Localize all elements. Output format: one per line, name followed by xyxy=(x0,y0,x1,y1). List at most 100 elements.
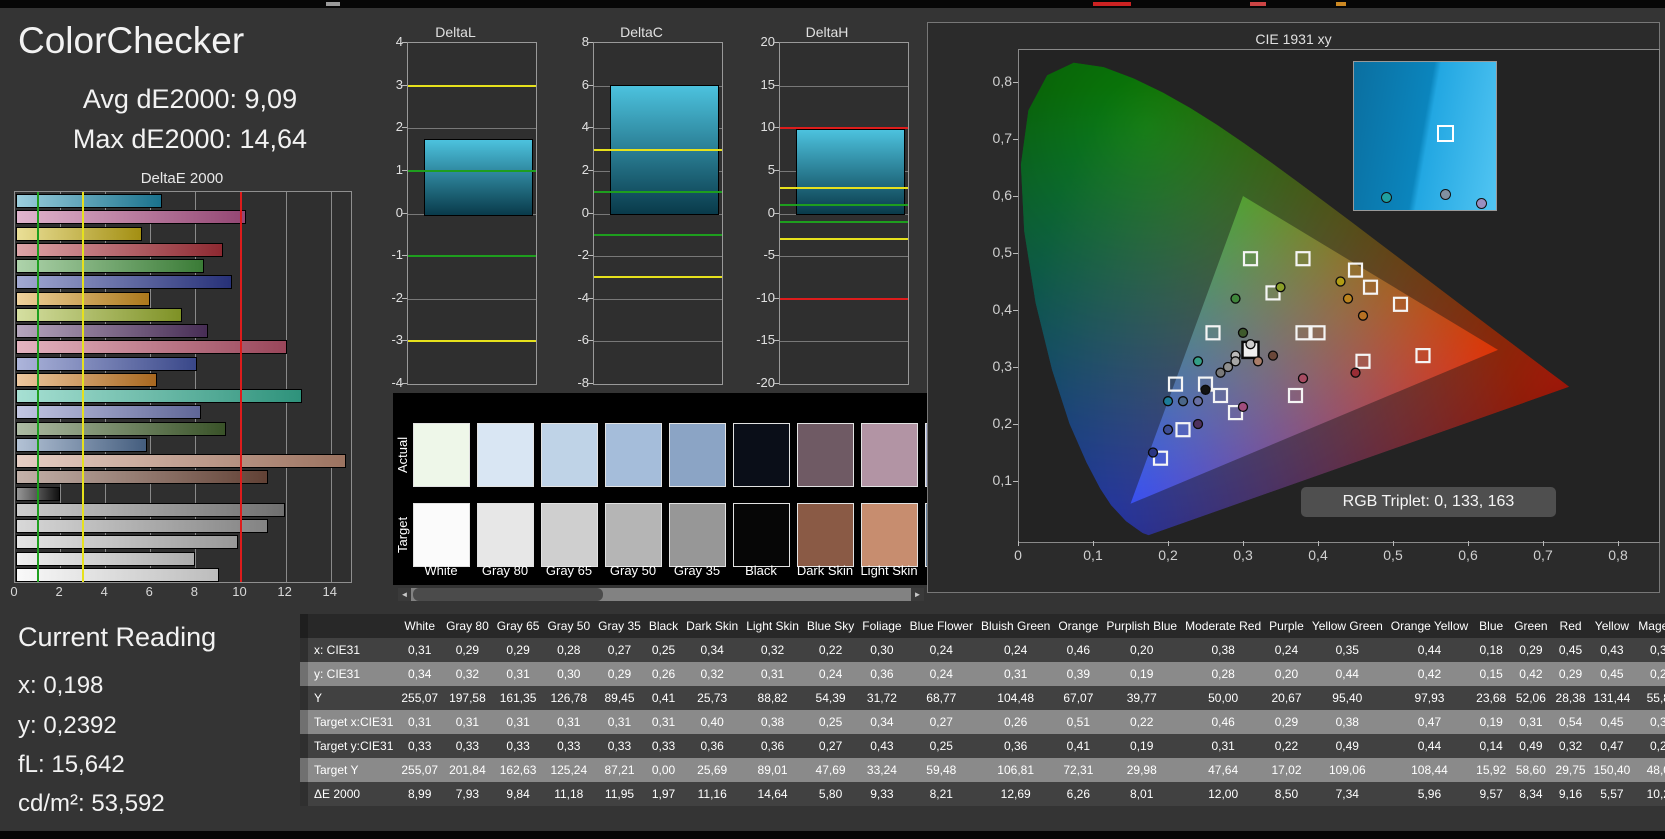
table-cell: 0,00 xyxy=(651,763,676,777)
cie-measured-marker xyxy=(1267,350,1279,361)
deltae-bar xyxy=(16,502,286,517)
table-cell: 0,38 xyxy=(760,715,785,729)
axis-tick xyxy=(1243,541,1244,546)
row-gutter xyxy=(300,734,308,758)
table-cell: 8,34 xyxy=(1519,787,1543,801)
table-cell: 17,02 xyxy=(1271,763,1302,777)
deltae-bar xyxy=(16,356,197,371)
column-header: Black xyxy=(648,619,679,633)
cie-measured-marker xyxy=(1237,327,1249,338)
cie-measured-marker xyxy=(1215,367,1226,378)
axis-tick-label: -15 xyxy=(756,332,775,348)
gridline xyxy=(594,298,722,300)
row-gutter xyxy=(300,758,308,782)
axis-tick xyxy=(1013,139,1018,140)
table-cell: 9,33 xyxy=(870,787,894,801)
table-cell: 29,75 xyxy=(1555,763,1586,777)
table-cell: 161,35 xyxy=(499,691,537,705)
swatch-label: Gray 80 xyxy=(481,563,529,578)
axis-tick-label: -20 xyxy=(756,375,775,390)
table-cell: 95,40 xyxy=(1332,691,1363,705)
table-cell: 0,29 xyxy=(607,667,632,681)
axis-tick xyxy=(1018,541,1019,546)
axis-tick-label: 8 xyxy=(190,584,198,599)
cie-measured-marker xyxy=(1297,373,1309,384)
actual-row-label: Actual xyxy=(395,436,410,474)
table-cell: 0,26 xyxy=(651,667,676,681)
reference-line xyxy=(594,233,722,236)
table-cell: 0,19 xyxy=(1130,667,1154,681)
axis-tick-label: 0,8 xyxy=(1608,547,1628,563)
table-cell: 0,28 xyxy=(557,643,581,657)
axis-tick-label: 0 xyxy=(1014,547,1022,563)
row-label: Target Y xyxy=(314,763,359,777)
table-cell: 255,07 xyxy=(401,691,439,705)
table-cell: 0,31 xyxy=(506,715,530,729)
table-cell: 0,29 xyxy=(1519,643,1543,657)
axis-tick-label: 0,7 xyxy=(992,130,1012,146)
table-cell: 0,33 xyxy=(506,739,530,753)
axis-tick-label: 0,2 xyxy=(992,415,1012,431)
swatch-label: Gray 50 xyxy=(609,563,657,578)
table-cell: 126,78 xyxy=(550,691,588,705)
deltac-chart: DeltaC 8 6 4 2 0 -2 -4 -6 -8 xyxy=(559,0,724,400)
table-cell: 8,01 xyxy=(1130,787,1154,801)
table-cell: 25,69 xyxy=(697,763,728,777)
row-gutter xyxy=(300,710,308,734)
table-cell: 72,31 xyxy=(1063,763,1094,777)
table-cell: 0,43 xyxy=(1600,643,1624,657)
axis-tick xyxy=(774,127,779,129)
axis-tick xyxy=(1013,481,1018,482)
column-header: Light Skin xyxy=(746,619,799,633)
axis-tick xyxy=(402,340,407,342)
axis-tick xyxy=(588,212,593,214)
table-cell: 0,30 xyxy=(870,643,894,657)
axis-tick-label: 2 xyxy=(581,161,589,177)
table-cell: 0,31 xyxy=(455,715,480,729)
axis-tick xyxy=(402,212,407,214)
table-cell: 109,06 xyxy=(1328,763,1366,777)
table-cell: 9,57 xyxy=(1479,787,1503,801)
axis-tick-label: -10 xyxy=(756,289,775,305)
column-header: Magenta xyxy=(1638,619,1665,633)
axis-tick-label: 0,1 xyxy=(1083,547,1103,563)
reference-line xyxy=(81,192,84,582)
swatch-label: Gray 65 xyxy=(545,563,593,578)
scroll-right-icon[interactable]: ► xyxy=(911,588,924,601)
axis-tick-label: 8 xyxy=(581,34,589,49)
table-cell: 0,37 xyxy=(1649,715,1665,729)
row-label: Y xyxy=(314,691,323,705)
swatch-label: Dark Skin xyxy=(796,563,854,578)
target-swatch xyxy=(797,503,854,567)
reading-x: x: 0,198 xyxy=(18,672,104,699)
reference-line xyxy=(594,191,722,194)
table-cell: 0,25 xyxy=(651,643,676,657)
gridline xyxy=(408,128,536,130)
axis-tick-label: -5 xyxy=(763,247,775,263)
table-cell: 23,68 xyxy=(1476,691,1507,705)
cie-measured-marker xyxy=(1230,293,1241,304)
scroll-left-icon[interactable]: ◄ xyxy=(398,588,411,601)
table-cell: 0,30 xyxy=(557,667,581,681)
axis-tick-label: 1 xyxy=(395,161,403,177)
axis-tick-label: 0 xyxy=(767,204,775,220)
table-cell: 0,38 xyxy=(1335,715,1359,729)
reference-line xyxy=(36,192,39,582)
swatch-scrollbar[interactable]: ◄ ► xyxy=(398,588,924,601)
table-cell: 0,34 xyxy=(408,667,432,681)
table-cell: 0,33 xyxy=(557,739,581,753)
table-cell: 15,92 xyxy=(1476,763,1507,777)
table-cell: 0,32 xyxy=(455,667,480,681)
table-cell: 54,39 xyxy=(815,691,846,705)
axis-tick xyxy=(588,297,593,299)
table-cell: 0,15 xyxy=(1479,667,1503,681)
table-cell: 0,54 xyxy=(1558,715,1583,729)
table-cell: 8,21 xyxy=(929,787,953,801)
deltae-bar xyxy=(16,551,195,566)
table-cell: 11,95 xyxy=(604,787,635,801)
table-cell: 5,57 xyxy=(1600,787,1624,801)
max-de2000-readout: Max dE2000: 14,64 xyxy=(72,124,308,154)
scrollbar-thumb[interactable] xyxy=(413,588,603,601)
axis-tick-label: 0,5 xyxy=(992,244,1012,260)
column-header: Purplish Blue xyxy=(1106,619,1178,633)
